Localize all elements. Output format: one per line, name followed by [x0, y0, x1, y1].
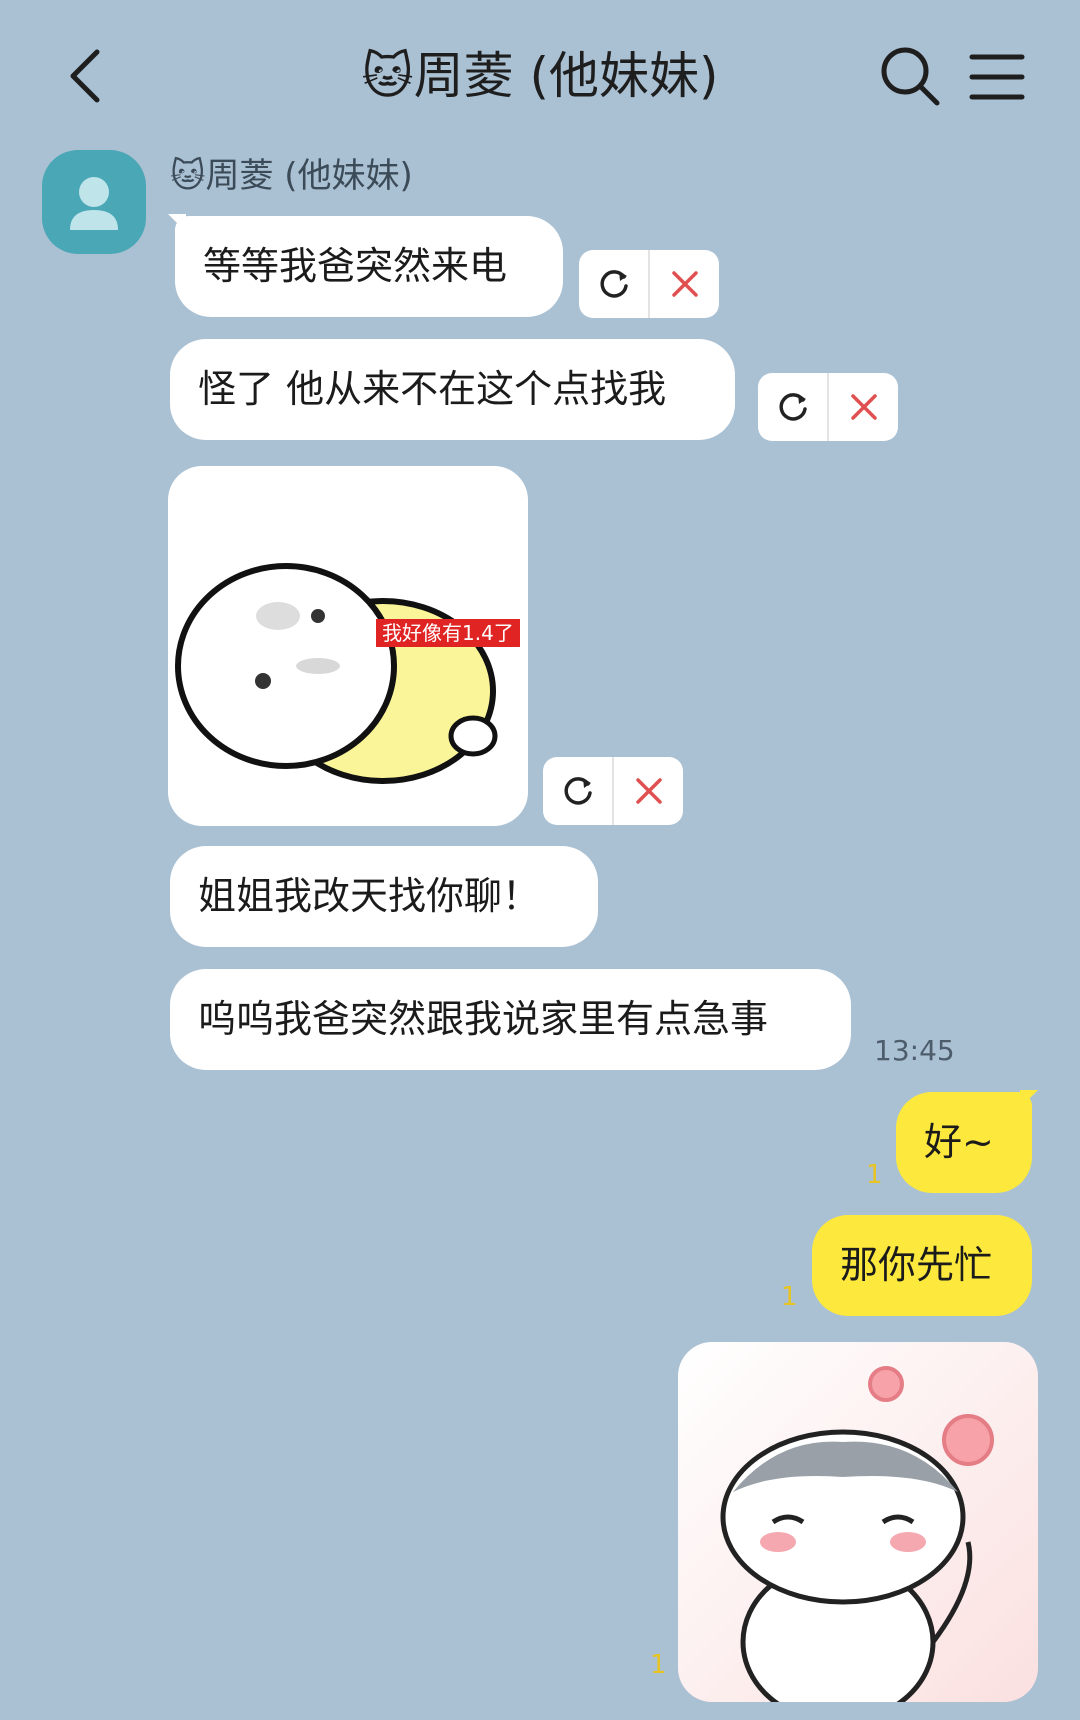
message-text: 好~ [924, 1120, 994, 1164]
search-icon [881, 47, 940, 106]
close-icon [671, 271, 698, 297]
cat-sticker-image [720, 1366, 994, 1702]
message-actions [543, 757, 683, 825]
message-text: 怪了 他从来不在这个点找我 [198, 367, 667, 411]
sticker-caption: 我好像有1.4了 [376, 619, 520, 647]
delete-button[interactable] [829, 373, 898, 441]
menu-icon [969, 54, 1025, 100]
my-message-bubble[interactable]: 好~ [896, 1092, 1032, 1193]
my-sticker-message[interactable] [678, 1342, 1038, 1702]
sender-name: 🐱周菱 (他妹妹) [170, 156, 413, 196]
message-actions [579, 250, 719, 318]
sticker-message[interactable]: 我好像有1.4了 [168, 466, 528, 826]
unread-count: 1 [781, 1282, 798, 1312]
resend-button[interactable] [543, 757, 614, 825]
message-text: 那你先忙 [840, 1243, 993, 1287]
refresh-icon [778, 393, 807, 421]
refresh-icon [599, 270, 628, 298]
refresh-icon [563, 777, 592, 805]
message-text: 姐姐我改天找你聊！ [198, 874, 541, 918]
close-icon [635, 778, 662, 804]
message-actions [758, 373, 898, 441]
message-bubble[interactable]: 姐姐我改天找你聊！ [170, 846, 598, 947]
message-text: 呜呜我爸突然跟我说家里有点急事 [198, 997, 769, 1041]
avatar[interactable] [42, 150, 146, 254]
resend-button[interactable] [579, 250, 650, 318]
delete-button[interactable] [614, 757, 683, 825]
search-button[interactable] [875, 40, 945, 112]
message-bubble[interactable]: 呜呜我爸突然跟我说家里有点急事 [170, 969, 851, 1070]
unread-count: 1 [650, 1650, 667, 1680]
message-text: 等等我爸突然来电 [203, 244, 508, 288]
bubble-tail [1020, 1090, 1038, 1108]
resend-button[interactable] [758, 373, 829, 441]
message-bubble[interactable]: 等等我爸突然来电 [175, 216, 563, 317]
message-bubble[interactable]: 怪了 他从来不在这个点找我 [170, 339, 735, 440]
close-icon [850, 394, 877, 420]
user-icon [70, 177, 118, 230]
delete-button[interactable] [650, 250, 719, 318]
my-message-bubble[interactable]: 那你先忙 [812, 1215, 1032, 1316]
message-timestamp: 13:45 [874, 1034, 955, 1067]
unread-count: 1 [866, 1160, 883, 1190]
bubble-tail [168, 214, 186, 232]
menu-button[interactable] [962, 42, 1032, 112]
